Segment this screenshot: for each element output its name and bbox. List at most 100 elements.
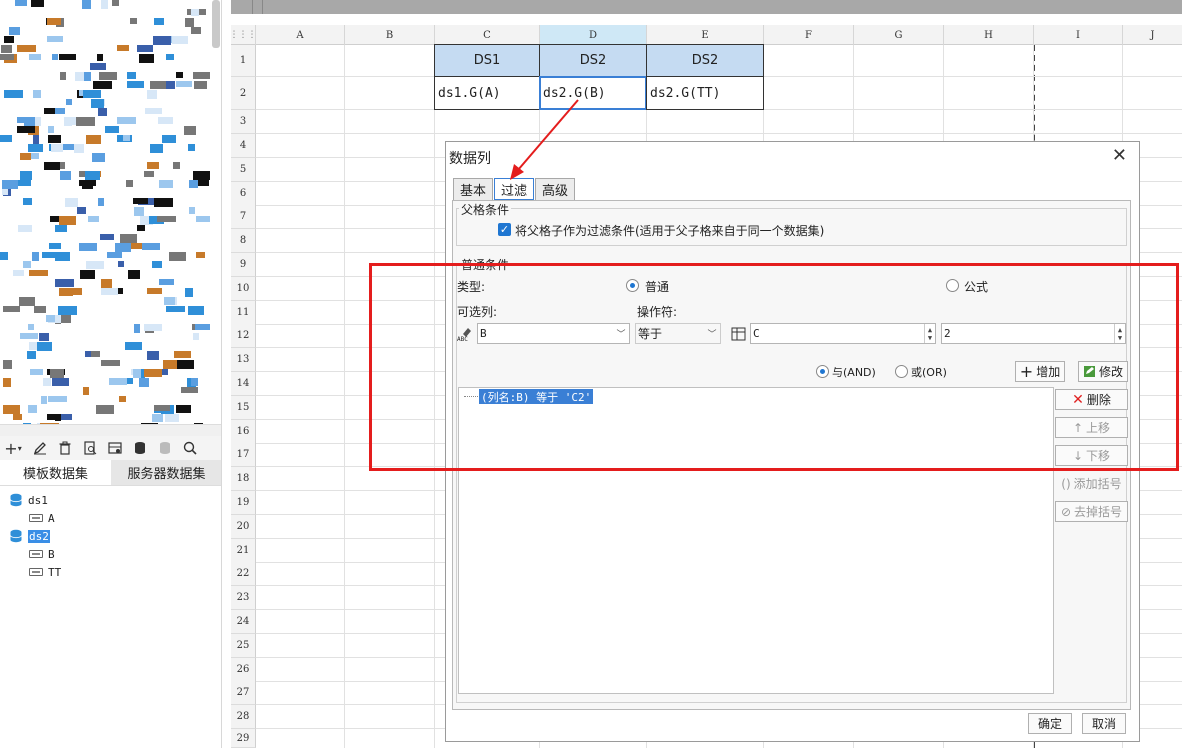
pixel-block bbox=[44, 108, 55, 114]
column-header-f[interactable]: F bbox=[764, 25, 854, 45]
pixel-block bbox=[60, 72, 66, 80]
row-header-17[interactable]: 17 bbox=[231, 443, 256, 468]
row-header-20[interactable]: 20 bbox=[231, 514, 256, 539]
remove-bracket-icon: ⊘ bbox=[1060, 504, 1072, 519]
pixel-block bbox=[65, 198, 78, 207]
dataset-toolbar: + ▾ bbox=[0, 436, 221, 460]
column-header-h[interactable]: H bbox=[944, 25, 1034, 45]
row-header-8[interactable]: 8 bbox=[231, 229, 256, 254]
pixel-block bbox=[28, 405, 37, 413]
row-header-28[interactable]: 28 bbox=[231, 705, 256, 730]
pixel-block bbox=[41, 396, 47, 404]
select-all-corner[interactable]: ⋮⋮⋮ bbox=[231, 25, 257, 45]
tab-basic[interactable]: 基本 bbox=[453, 178, 494, 200]
panel-scrollbar[interactable] bbox=[212, 0, 220, 48]
panel-splitter[interactable] bbox=[0, 424, 221, 436]
pixel-block bbox=[101, 0, 108, 9]
pixel-block bbox=[18, 180, 31, 186]
row-header-5[interactable]: 5 bbox=[231, 157, 256, 182]
cell-c1[interactable]: DS1 bbox=[434, 44, 540, 77]
tree-item-ds2[interactable]: ds2 bbox=[9, 527, 50, 545]
remove-bracket-button[interactable]: ⊘ 去掉括号 bbox=[1055, 501, 1128, 522]
row-header-2[interactable]: 2 bbox=[231, 77, 256, 110]
pixel-block bbox=[17, 45, 36, 52]
pixel-block bbox=[28, 324, 34, 330]
row-header-10[interactable]: 10 bbox=[231, 276, 256, 301]
row-header-29[interactable]: 29 bbox=[231, 729, 256, 748]
cell-d1[interactable]: DS2 bbox=[539, 44, 647, 77]
tab-template-dataset[interactable]: 模板数据集 bbox=[0, 460, 111, 485]
row-header-15[interactable]: 15 bbox=[231, 395, 256, 420]
pixel-block bbox=[3, 360, 12, 369]
cancel-button[interactable]: 取消 bbox=[1082, 713, 1126, 734]
pixel-block bbox=[119, 396, 126, 402]
row-header-1[interactable]: 1 bbox=[231, 45, 256, 77]
column-header-i[interactable]: I bbox=[1034, 25, 1123, 45]
pixel-block bbox=[50, 216, 59, 222]
column-header-a[interactable]: A bbox=[256, 25, 345, 45]
pixel-block bbox=[139, 54, 154, 63]
cell-e1[interactable]: DS2 bbox=[646, 44, 764, 77]
pixel-block bbox=[46, 315, 55, 322]
row-header-16[interactable]: 16 bbox=[231, 419, 256, 444]
pixel-block bbox=[193, 333, 199, 340]
parent-filter-checkbox[interactable]: ✓ bbox=[498, 223, 511, 236]
column-header-d[interactable]: D bbox=[540, 25, 647, 45]
pixel-block bbox=[80, 270, 95, 279]
pixel-block bbox=[85, 171, 100, 180]
pixel-block bbox=[181, 387, 198, 393]
tree-field-a[interactable]: A bbox=[29, 509, 55, 527]
tree-field-b[interactable]: B bbox=[29, 545, 55, 563]
server-icon[interactable] bbox=[105, 439, 124, 458]
row-header-25[interactable]: 25 bbox=[231, 633, 256, 658]
row-header-7[interactable]: 7 bbox=[231, 205, 256, 230]
row-header-9[interactable]: 9 bbox=[231, 253, 256, 277]
pixel-block bbox=[176, 72, 183, 78]
dataset-panel: + ▾ 模板数据集 服务器数据集 ds1 A ds2 B TT bbox=[0, 0, 222, 748]
row-header-6[interactable]: 6 bbox=[231, 181, 256, 206]
add-icon[interactable]: + ▾ bbox=[2, 439, 24, 458]
row-header-13[interactable]: 13 bbox=[231, 348, 256, 373]
pixel-block bbox=[99, 72, 117, 80]
pixel-block bbox=[194, 81, 207, 89]
row-header-22[interactable]: 22 bbox=[231, 562, 256, 587]
row-header-3[interactable]: 3 bbox=[231, 110, 256, 134]
row-header-4[interactable]: 4 bbox=[231, 134, 256, 158]
add-bracket-button[interactable]: () 添加括号 bbox=[1055, 473, 1128, 494]
column-header-e[interactable]: E bbox=[647, 25, 764, 45]
column-header-b[interactable]: B bbox=[345, 25, 435, 45]
row-header-14[interactable]: 14 bbox=[231, 372, 256, 396]
preview-icon[interactable] bbox=[80, 439, 99, 458]
tree-field-tt[interactable]: TT bbox=[29, 563, 61, 581]
row-header-12[interactable]: 12 bbox=[231, 324, 256, 349]
search-icon[interactable] bbox=[180, 439, 199, 458]
column-header-j[interactable]: J bbox=[1123, 25, 1182, 45]
tab-server-dataset[interactable]: 服务器数据集 bbox=[111, 460, 221, 485]
pixel-block bbox=[3, 378, 11, 387]
close-icon[interactable]: ✕ bbox=[1112, 146, 1127, 166]
pixel-block bbox=[144, 369, 162, 377]
row-header-11[interactable]: 11 bbox=[231, 300, 256, 325]
pixel-block bbox=[93, 81, 112, 89]
pixel-block bbox=[184, 126, 196, 135]
row-header-27[interactable]: 27 bbox=[231, 681, 256, 706]
row-header-23[interactable]: 23 bbox=[231, 586, 256, 611]
row-header-19[interactable]: 19 bbox=[231, 491, 256, 515]
column-header-c[interactable]: C bbox=[435, 25, 540, 45]
delete-icon[interactable] bbox=[55, 439, 74, 458]
row-header-24[interactable]: 24 bbox=[231, 610, 256, 634]
ok-button[interactable]: 确定 bbox=[1028, 713, 1072, 734]
parent-filter-label: 将父格子作为过滤条件(适用于父子格来自于同一个数据集) bbox=[515, 224, 825, 238]
database-icon[interactable] bbox=[130, 439, 149, 458]
pixel-block bbox=[32, 252, 39, 261]
column-header-g[interactable]: G bbox=[854, 25, 944, 45]
edit-icon[interactable] bbox=[30, 439, 49, 458]
pixel-block bbox=[24, 117, 35, 126]
pixel-block bbox=[23, 198, 32, 205]
tree-item-label: TT bbox=[48, 565, 62, 579]
row-header-21[interactable]: 21 bbox=[231, 538, 256, 563]
tree-item-ds1[interactable]: ds1 bbox=[9, 491, 48, 509]
row-header-18[interactable]: 18 bbox=[231, 467, 256, 492]
row-header-26[interactable]: 26 bbox=[231, 657, 256, 682]
cell-e2[interactable]: ds2.G(TT) bbox=[646, 76, 764, 110]
